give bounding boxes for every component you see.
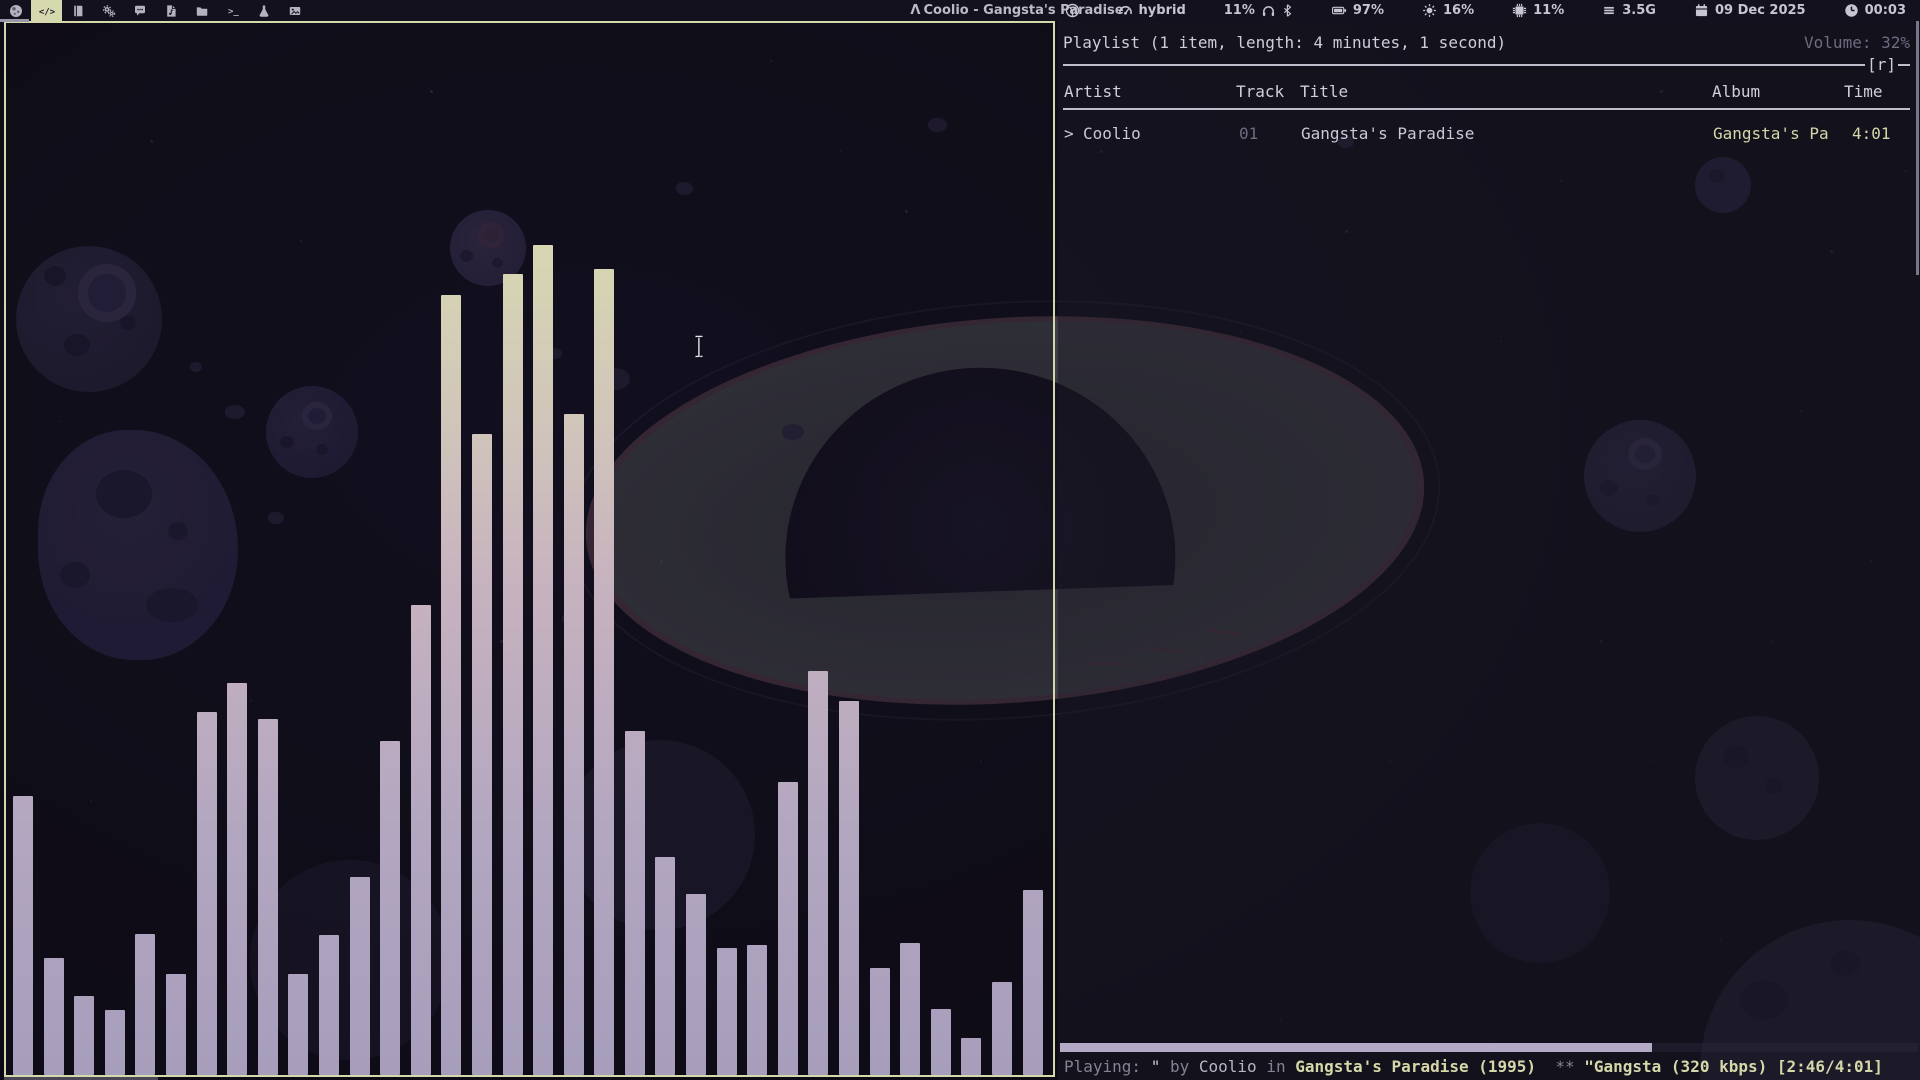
volume-indicator: 11% (1224, 3, 1293, 18)
cell-title: Gangsta's Paradise (1301, 124, 1474, 143)
visualizer-bar (166, 974, 186, 1075)
focused-tab-underline (0, 19, 29, 22)
visualizer-bar (900, 943, 920, 1075)
visualizer-bar (135, 934, 155, 1075)
now-playing-marker: > (1064, 124, 1074, 143)
visualizer-bar (503, 274, 523, 1075)
playlist-window: Playlist (1 item, length: 4 minutes, 1 s… (1058, 21, 1920, 1080)
visualizer-bar (594, 269, 614, 1075)
visualizer-bar (350, 877, 370, 1075)
visualizer-bar (717, 948, 737, 1075)
status-cluster: hybrid 11% 97% 16% 11% 3.5G 09 Dec 2025 (1065, 0, 1906, 21)
workspace-icon-moon[interactable] (0, 0, 31, 21)
workspace-icon-flask[interactable] (248, 0, 279, 21)
visualizer-bar (44, 958, 64, 1075)
now-playing-statusline: Playing: " by Coolio in Gangsta's Paradi… (1060, 1057, 1918, 1076)
player-indicator-icon: Λ (910, 3, 920, 18)
visualizer-bar (686, 894, 706, 1075)
network-indicator: 3.5G (1602, 3, 1656, 18)
visualizer-bar (992, 982, 1012, 1075)
text-cursor (693, 335, 705, 362)
cell-album: Gangsta's Pa (1713, 124, 1829, 143)
visualizer-bar (13, 796, 33, 1075)
visualizer-bar (105, 1010, 125, 1075)
track-row[interactable]: > Coolio 01 Gangsta's Paradise Gangsta's… (1063, 124, 1910, 144)
workspace-icon-gears[interactable] (93, 0, 124, 21)
visualizer-bar (961, 1038, 981, 1075)
workspace-icon-terminal[interactable]: >_ (217, 0, 248, 21)
headphones-icon (1261, 3, 1276, 18)
brightness-indicator: 16% (1422, 3, 1474, 18)
seek-bar[interactable] (1060, 1043, 1918, 1052)
visualizer-bar (564, 414, 584, 1075)
workspace-icon-music-file[interactable] (155, 0, 186, 21)
workspace-icon-book[interactable] (62, 0, 93, 21)
brightness-icon (1422, 3, 1437, 18)
svg-text:>_: >_ (228, 7, 239, 17)
visualizer-bar (1023, 890, 1043, 1075)
column-header-artist[interactable]: Artist (1064, 82, 1122, 101)
visualizer-bar (625, 731, 645, 1075)
visualizer-bar (808, 671, 828, 1075)
visualizer-bar (411, 605, 431, 1075)
scrollbar-thumb[interactable] (1916, 21, 1919, 275)
separator-headers (1063, 108, 1910, 110)
workspace-icon-code[interactable]: </> (31, 0, 62, 21)
battery-indicator: 97% (1331, 3, 1384, 18)
visualizer-bar (288, 974, 308, 1075)
svg-text:</>: </> (39, 7, 55, 17)
visualizer-bar (472, 434, 492, 1075)
cell-time: 4:01 (1852, 124, 1891, 143)
bluetooth-icon (1282, 3, 1293, 18)
visualizer-bar (839, 701, 859, 1075)
repeat-mode-indicator: [r] (1865, 58, 1898, 72)
column-header-title[interactable]: Title (1300, 82, 1348, 101)
visualizer-bar (380, 741, 400, 1075)
cell-artist: Coolio (1083, 124, 1141, 143)
workspace-strip: </> >_ (0, 0, 310, 21)
visualizer-bar (778, 782, 798, 1075)
visualizer-bar (197, 712, 217, 1075)
clock-indicator: 00:03 (1844, 3, 1906, 18)
cell-track-number: 01 (1239, 124, 1258, 143)
column-header-track[interactable]: Track (1236, 82, 1284, 101)
workspace-icon-image[interactable] (279, 0, 310, 21)
cpu-icon (1512, 3, 1527, 18)
separator-top: [r] (1063, 58, 1910, 72)
seek-bar-fill (1060, 1043, 1652, 1052)
column-header-time[interactable]: Time (1844, 82, 1883, 101)
workspace-icon-folder[interactable] (186, 0, 217, 21)
visualizer-bar (747, 945, 767, 1075)
playlist-column-headers: Artist Track Title Album Time (1063, 82, 1910, 102)
taskbar: </> >_ Λ Coolio - Gangsta's Paradise (0, 0, 1920, 21)
date-indicator: 09 Dec 2025 (1694, 3, 1806, 18)
visualizer-bar (931, 1009, 951, 1075)
visualizer-bar (533, 245, 553, 1075)
signal-bars-icon (1602, 3, 1616, 18)
visualizer-bar (258, 719, 278, 1075)
visualizer-bar (870, 968, 890, 1075)
column-header-album[interactable]: Album (1712, 82, 1760, 101)
playlist-header: Playlist (1 item, length: 4 minutes, 1 s… (1063, 33, 1506, 52)
cpu-indicator: 11% (1512, 3, 1564, 18)
visualizer-window (4, 21, 1055, 1077)
visualizer-bars (6, 23, 1053, 1075)
power-profile-indicator: hybrid (1118, 3, 1186, 18)
visualizer-bar (74, 996, 94, 1075)
calendar-icon (1694, 3, 1709, 18)
tray-recorder-icon[interactable] (1065, 3, 1080, 18)
volume-readout: Volume: 32% (1804, 33, 1910, 52)
workspace-icon-chat[interactable] (124, 0, 155, 21)
visualizer-bar (655, 857, 675, 1075)
battery-icon (1331, 3, 1347, 18)
visualizer-bar (227, 683, 247, 1075)
gauge-icon (1118, 3, 1133, 18)
visualizer-bar (319, 935, 339, 1075)
clock-icon (1844, 3, 1859, 18)
visualizer-bar (441, 295, 461, 1075)
